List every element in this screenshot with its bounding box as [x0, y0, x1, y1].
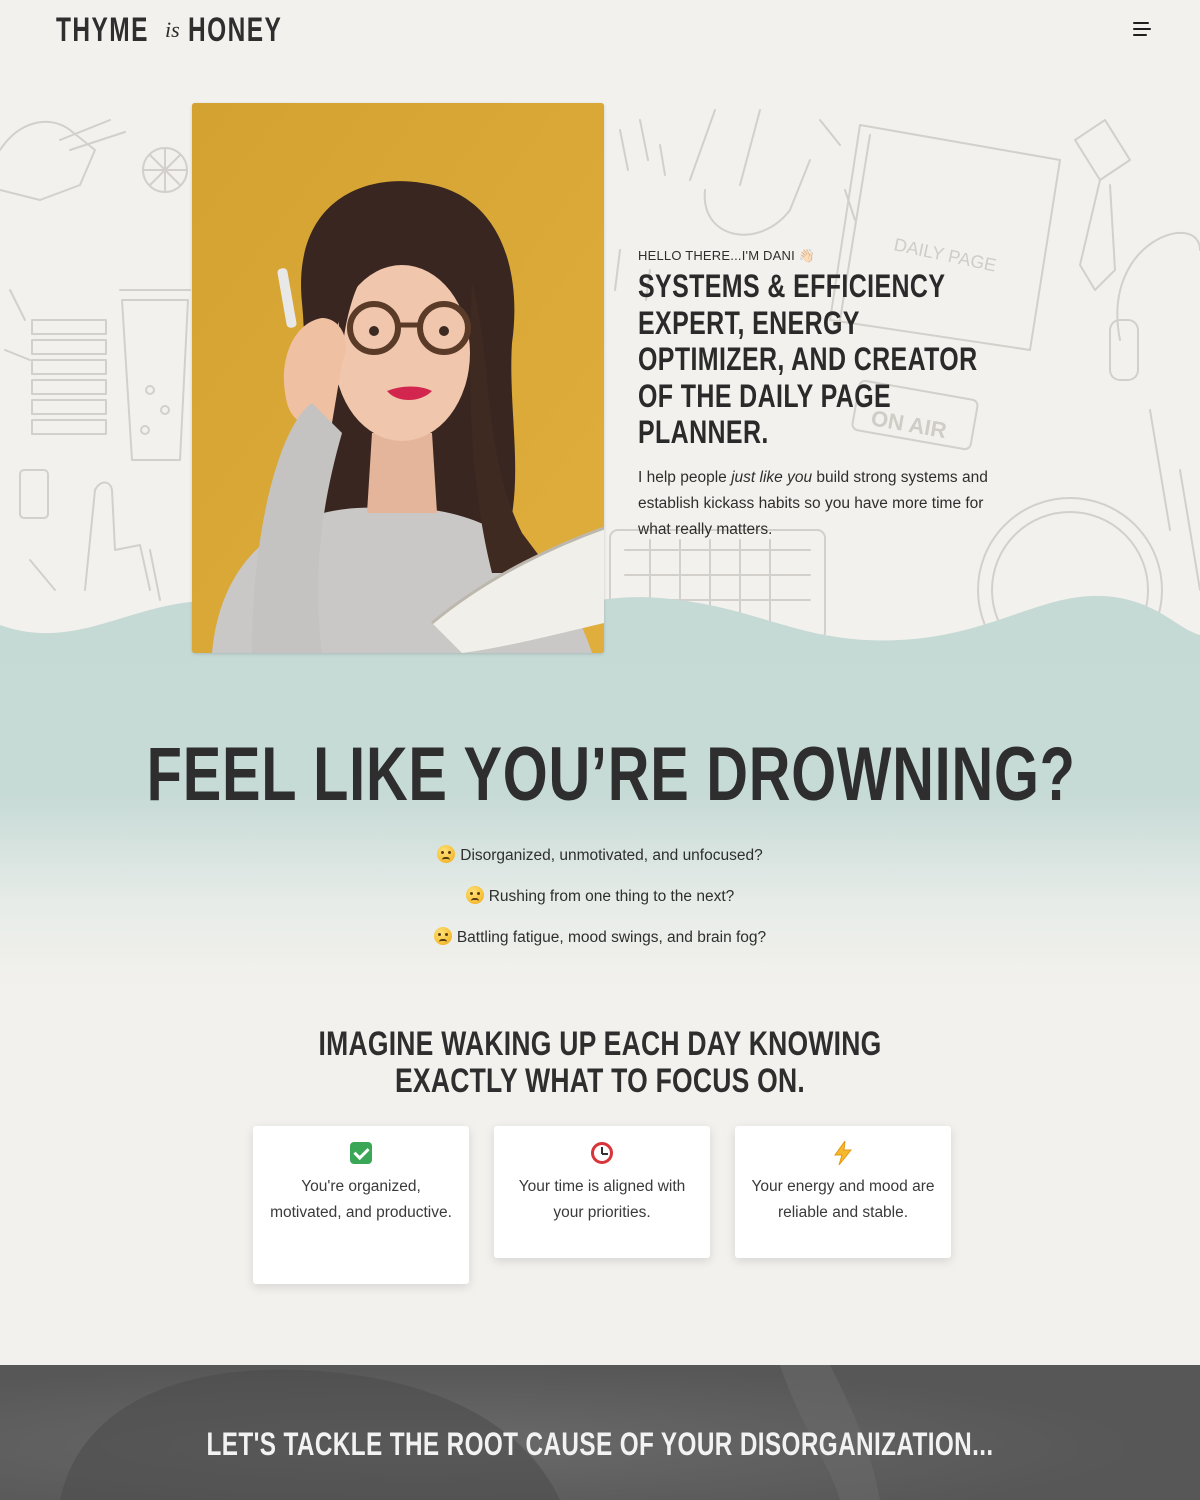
cta-band-title: LET'S TACKLE THE ROOT CAUSE OF YOUR DISO…	[206, 1426, 994, 1462]
portrait-illustration	[192, 103, 604, 653]
hero-title: SYSTEMS & EFFICIENCY EXPERT, ENERGY OPTI…	[638, 268, 978, 450]
hero-body-emphasis: just like you	[731, 468, 813, 486]
site-logo[interactable]: THYME is HONEY	[56, 8, 319, 52]
problem-section-title-wrap: FEEL LIKE YOU’RE DROWNING?	[0, 730, 1200, 820]
disappointed-face-icon	[433, 927, 452, 945]
benefit-card-text: Your energy and mood are reliable and st…	[751, 1178, 935, 1221]
pain-point-list: Disorganized, unmotivated, and unfocused…	[0, 842, 1200, 965]
site-header: THYME is HONEY	[0, 0, 1200, 60]
lightning-icon	[834, 1141, 852, 1165]
hero-text-block: HELLO THERE...I'M DANI 👋🏻 SYSTEMS & EFFI…	[638, 248, 1018, 543]
logo-word-is: is	[165, 17, 180, 42]
logo-word-honey: HONEY	[187, 10, 282, 49]
benefit-card-text: You're organized, motivated, and product…	[270, 1178, 452, 1221]
imagine-section-title: IMAGINE WAKING UP EACH DAY KNOWING EXACT…	[318, 1025, 882, 1100]
benefit-card: Your energy and mood are reliable and st…	[735, 1126, 951, 1258]
benefit-cards: You're organized, motivated, and product…	[253, 1126, 951, 1296]
benefit-card: You're organized, motivated, and product…	[253, 1126, 469, 1284]
hero-portrait-photo	[192, 103, 604, 653]
pain-point-text: Battling fatigue, mood swings, and brain…	[456, 929, 767, 946]
benefit-card: Your time is aligned with your prioritie…	[494, 1126, 710, 1258]
alarm-clock-icon	[591, 1142, 613, 1164]
persevering-face-icon	[437, 845, 456, 863]
problem-section-title: FEEL LIKE YOU’RE DROWNING?	[146, 732, 1076, 817]
imagine-section-title-wrap: IMAGINE WAKING UP EACH DAY KNOWING EXACT…	[0, 1026, 1200, 1100]
pain-point-text: Rushing from one thing to the next?	[488, 888, 735, 905]
pain-point-item: Battling fatigue, mood swings, and brain…	[0, 924, 1200, 965]
hero-body-start: I help people	[638, 468, 732, 486]
logo-word-thyme: THYME	[56, 10, 149, 49]
pain-point-item: Rushing from one thing to the next?	[0, 883, 1200, 924]
pain-point-text: Disorganized, unmotivated, and unfocused…	[460, 847, 763, 864]
benefit-card-text: Your time is aligned with your prioritie…	[518, 1178, 686, 1221]
hero-eyebrow: HELLO THERE...I'M DANI 👋🏻	[638, 248, 816, 263]
check-mark-icon	[350, 1142, 372, 1164]
hero-body: I help people just like you build strong…	[638, 465, 1018, 543]
pain-point-item: Disorganized, unmotivated, and unfocused…	[0, 842, 1200, 883]
hamburger-menu-icon[interactable]	[1130, 18, 1154, 40]
cta-band: LET'S TACKLE THE ROOT CAUSE OF YOUR DISO…	[0, 1365, 1200, 1500]
weary-face-icon	[465, 886, 484, 904]
